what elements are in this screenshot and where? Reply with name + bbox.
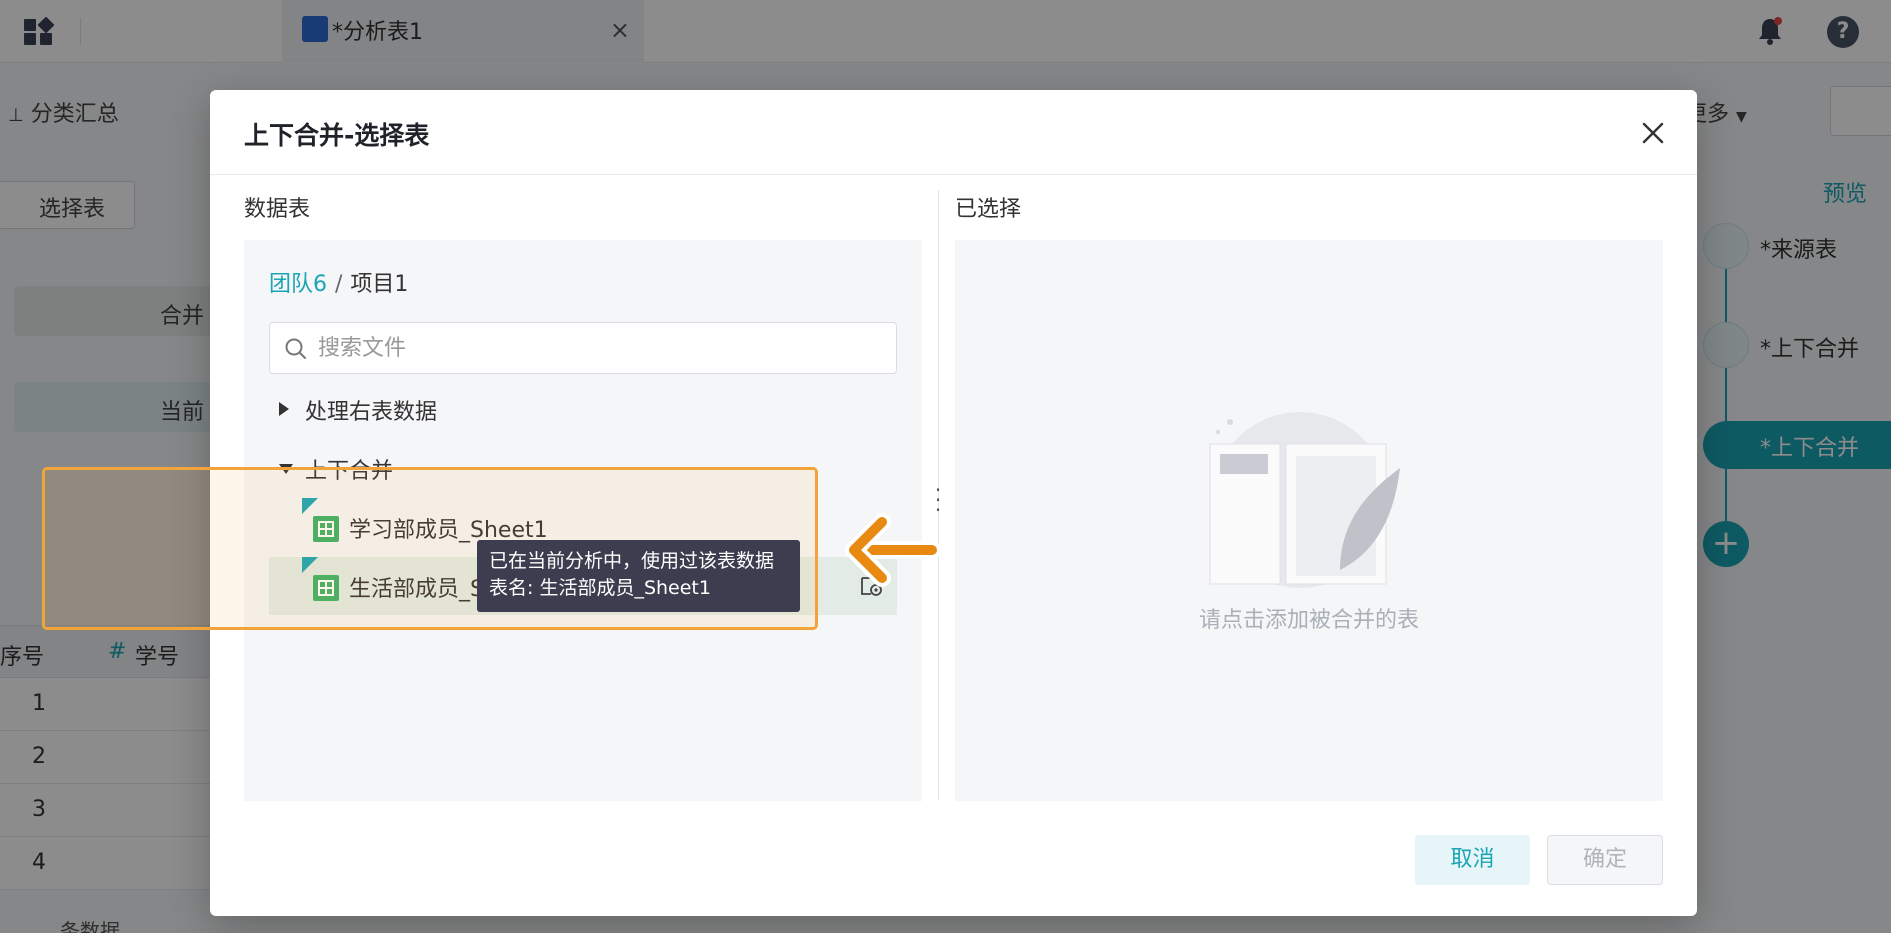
- cancel-button[interactable]: 取消: [1415, 835, 1530, 885]
- selected-panel: 请点击添加被合并的表: [955, 240, 1663, 801]
- tooltip-line-2: 表名: 生活部成员_Sheet1: [489, 577, 711, 599]
- breadcrumb-project: 项目1: [350, 272, 409, 297]
- tooltip-line-1: 已在当前分析中，使用过该表数据: [489, 550, 775, 572]
- folder-process-right[interactable]: 处理右表数据: [279, 390, 879, 430]
- search-box[interactable]: [269, 322, 897, 374]
- breadcrumb-separator: /: [335, 272, 343, 297]
- dialog-divider: [210, 174, 1697, 175]
- breadcrumb-team[interactable]: 团队6: [269, 272, 327, 297]
- search-icon: [285, 338, 306, 359]
- dialog-title: 上下合并-选择表: [244, 121, 430, 150]
- breadcrumb: 团队6 / 项目1: [269, 266, 408, 298]
- caret-right-icon[interactable]: [279, 402, 289, 416]
- empty-state-text: 请点击添加被合并的表: [1198, 608, 1419, 633]
- close-icon[interactable]: [1638, 118, 1668, 148]
- confirm-button[interactable]: 确定: [1547, 835, 1663, 885]
- empty-state-icon: [1209, 412, 1400, 588]
- search-input[interactable]: [318, 331, 878, 365]
- data-table-label: 数据表: [244, 197, 311, 222]
- used-table-tooltip: 已在当前分析中，使用过该表数据 表名: 生活部成员_Sheet1: [477, 540, 800, 612]
- arrow-left-icon: [845, 513, 941, 587]
- folder-label: 处理右表数据: [305, 400, 438, 425]
- selected-label: 已选择: [955, 197, 1022, 222]
